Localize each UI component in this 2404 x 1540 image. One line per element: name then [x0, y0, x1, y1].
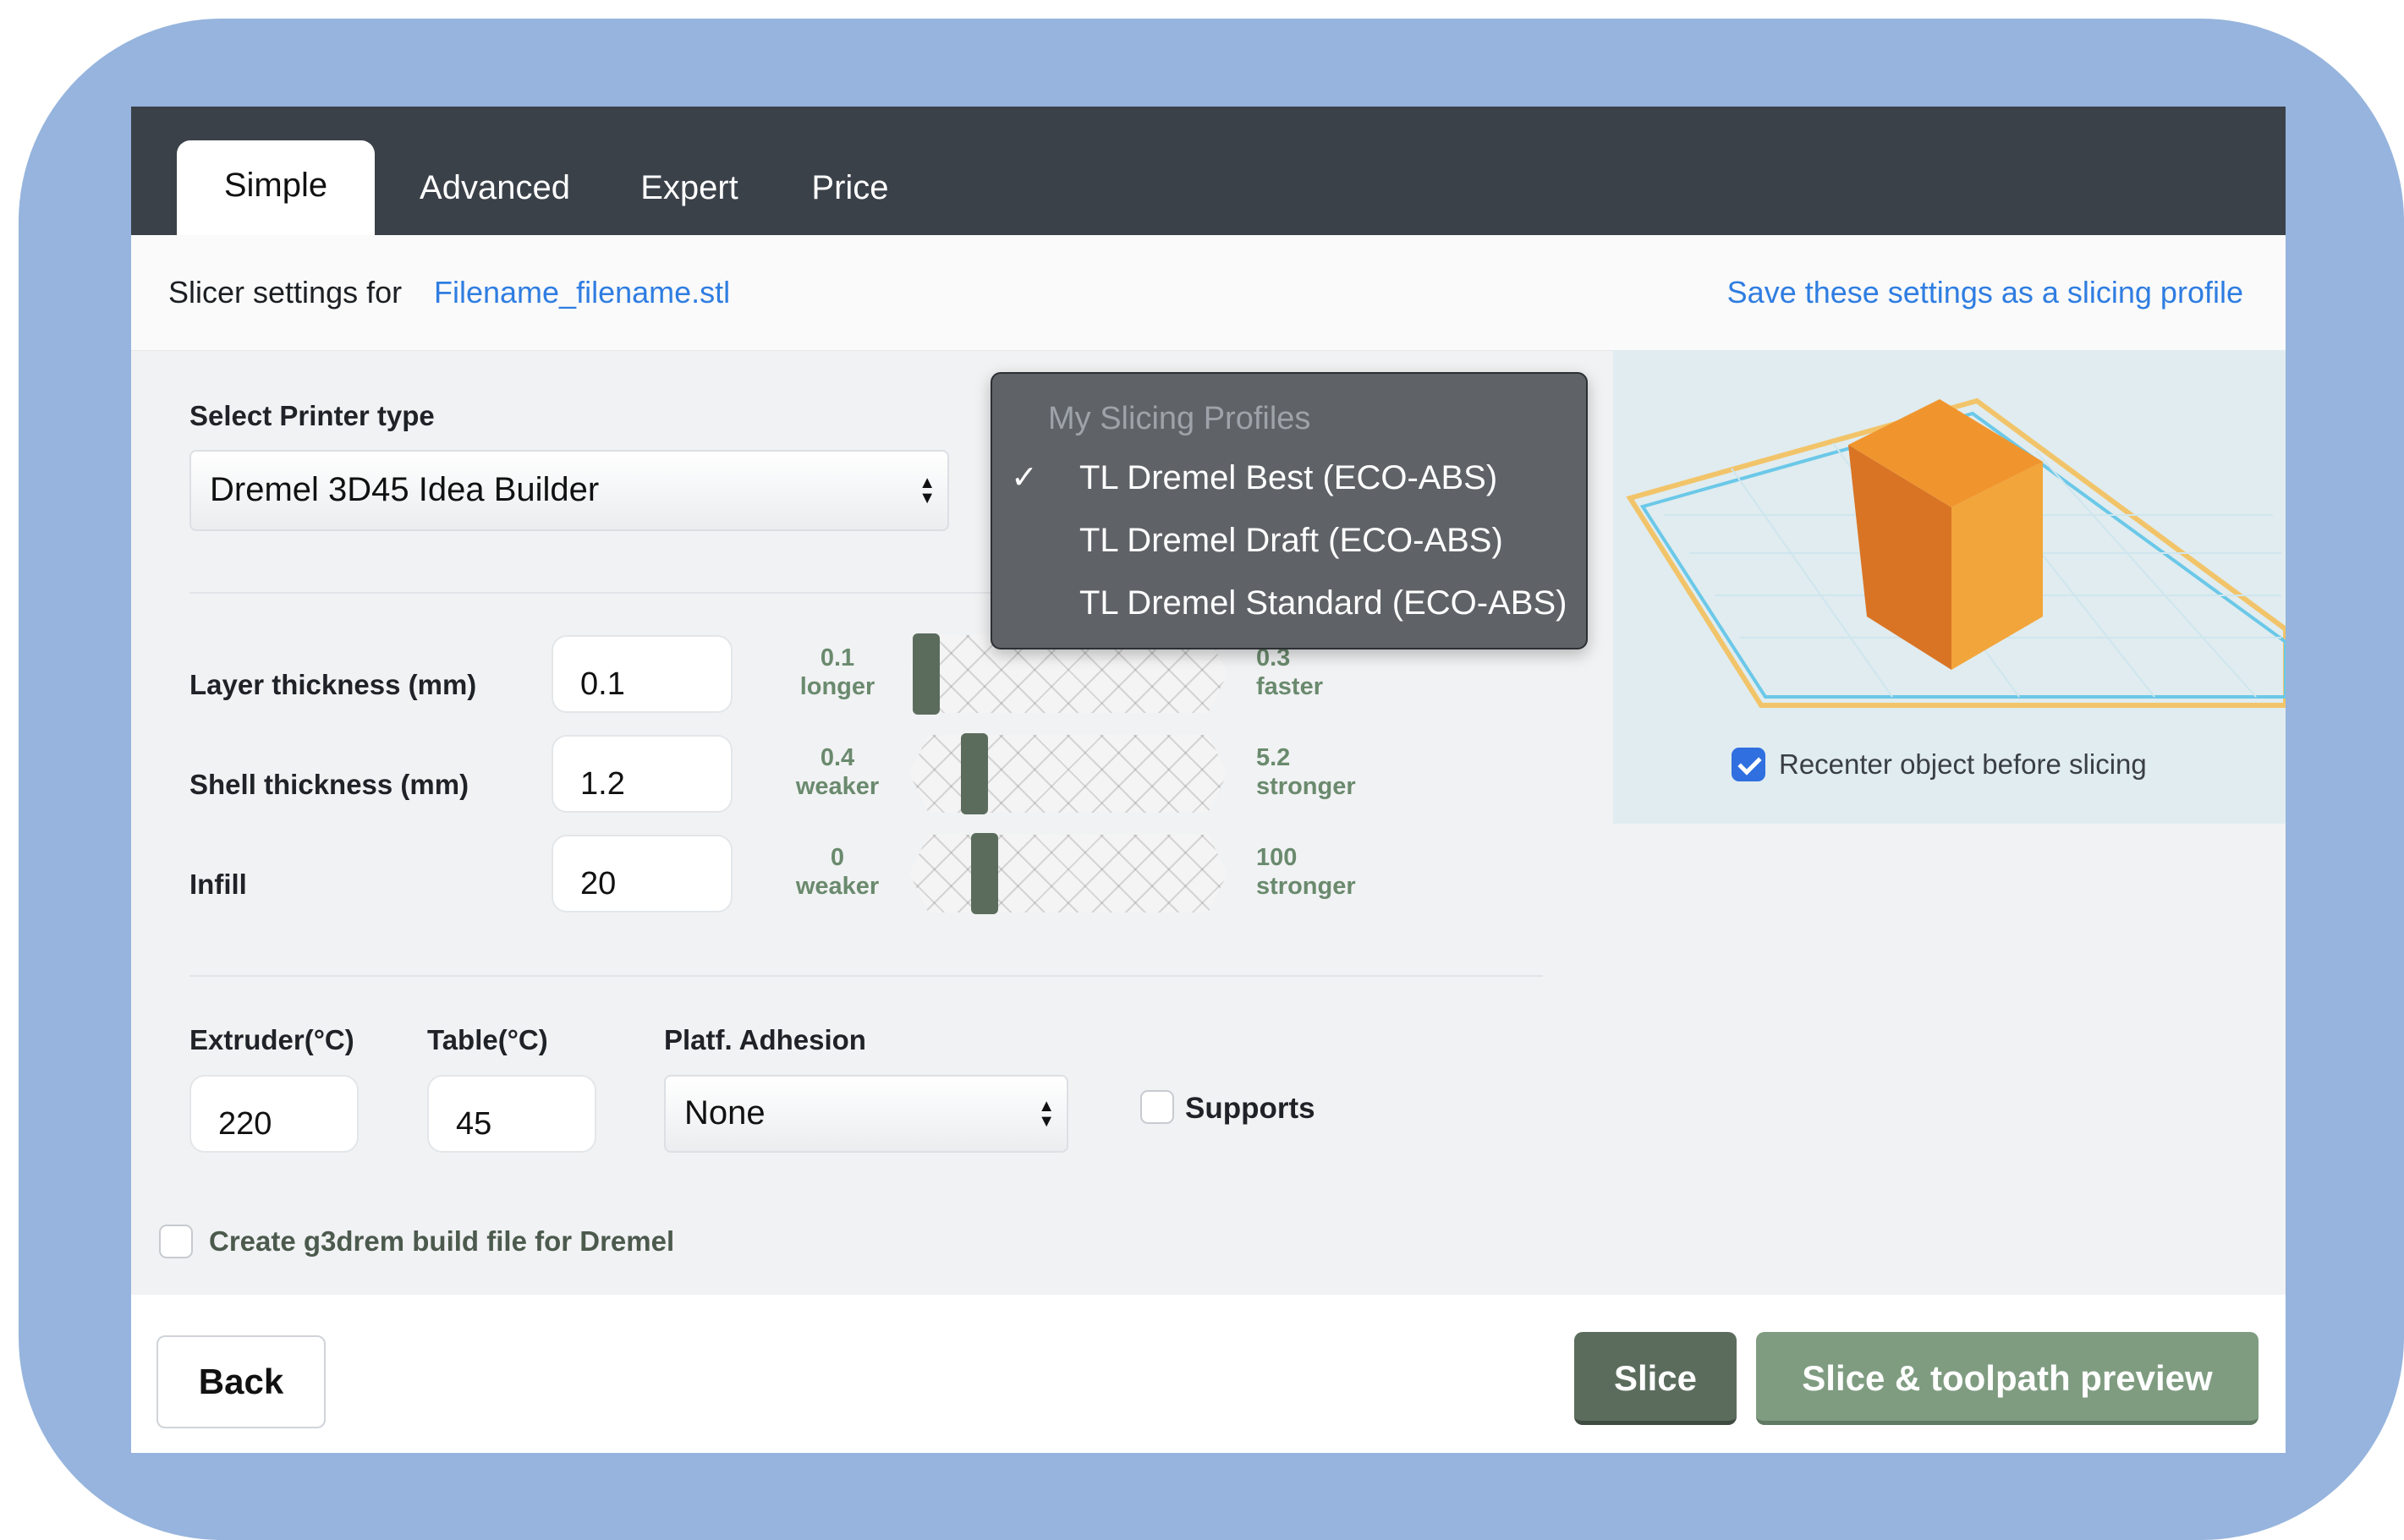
save-profile-link[interactable]: Save these settings as a slicing profile: [1727, 269, 2243, 316]
select-arrows-icon: ▲ ▼: [919, 474, 936, 507]
select-arrows-icon: ▲ ▼: [1038, 1097, 1055, 1131]
extruder-label: Extruder(°C): [189, 1024, 354, 1055]
scale-max: 100 stronger: [1256, 844, 1356, 900]
profiles-heading: My Slicing Profiles: [1048, 401, 1311, 436]
layer-thickness-slider-thumb[interactable]: [913, 633, 940, 715]
profile-option[interactable]: TL Dremel Best (ECO-ABS): [1079, 457, 1497, 499]
scale-max: 0.3 faster: [1256, 644, 1323, 700]
g3drem-checkbox[interactable]: [159, 1225, 193, 1258]
slice-button[interactable]: Slice: [1574, 1332, 1737, 1425]
profile-option[interactable]: TL Dremel Draft (ECO-ABS): [1079, 519, 1503, 562]
infill-slider-track[interactable]: [909, 835, 1227, 912]
settings-for-label: Slicer settings for: [168, 275, 403, 310]
adhesion-label: Platf. Adhesion: [664, 1024, 866, 1055]
adhesion-value: None: [684, 1094, 766, 1132]
scale-min: 0.4 weaker: [795, 744, 880, 800]
slicer-panel: Simple Advanced Expert Price Slicer sett…: [131, 107, 2286, 1453]
table-label: Table(°C): [427, 1024, 548, 1055]
tab-bar: Simple Advanced Expert Price: [131, 107, 2286, 235]
tab-expert[interactable]: Expert: [613, 140, 766, 235]
param-label: Infill: [189, 869, 247, 900]
settings-header: Slicer settings for Filename_filename.st…: [131, 235, 2286, 351]
param-label: Layer thickness (mm): [189, 669, 477, 700]
supports-label: Supports: [1185, 1092, 1315, 1125]
filename-link[interactable]: Filename_filename.stl: [434, 269, 730, 316]
divider: [189, 975, 1543, 977]
g3drem-label: Create g3drem build file for Dremel: [209, 1225, 675, 1257]
shell-thickness-input[interactable]: 1.2: [552, 735, 733, 813]
adhesion-select[interactable]: None ▲ ▼: [664, 1075, 1068, 1153]
recenter-checkbox[interactable]: [1732, 748, 1765, 781]
param-label: Shell thickness (mm): [189, 769, 469, 800]
slicing-profiles-menu[interactable]: My Slicing Profiles ✓ TL Dremel Best (EC…: [991, 372, 1588, 649]
layer-thickness-input[interactable]: 0.1: [552, 635, 733, 713]
scale-max: 5.2 stronger: [1256, 744, 1356, 800]
tab-price[interactable]: Price: [787, 140, 914, 235]
footer-bar: Back Slice Slice & toolpath preview: [131, 1295, 2286, 1453]
shell-thickness-slider-thumb[interactable]: [961, 733, 988, 814]
tab-advanced[interactable]: Advanced: [402, 140, 588, 235]
infill-slider-thumb[interactable]: [971, 833, 998, 914]
checkmark-icon: ✓: [1011, 460, 1038, 496]
printer-type-value: Dremel 3D45 Idea Builder: [210, 471, 600, 508]
extruder-temp-input[interactable]: 220: [189, 1075, 359, 1153]
infill-input[interactable]: 20: [552, 835, 733, 912]
back-button[interactable]: Back: [156, 1335, 326, 1428]
shell-thickness-slider-track[interactable]: [909, 735, 1227, 813]
printer-type-label: Select Printer type: [189, 400, 435, 431]
slice-preview-button[interactable]: Slice & toolpath preview: [1756, 1332, 2259, 1425]
tab-simple[interactable]: Simple: [177, 140, 375, 235]
supports-checkbox[interactable]: [1140, 1090, 1174, 1124]
profile-option[interactable]: TL Dremel Standard (ECO-ABS): [1079, 582, 1567, 624]
model-preview[interactable]: Recenter object before slicing: [1613, 350, 2286, 824]
printer-type-select[interactable]: Dremel 3D45 Idea Builder ▲ ▼: [189, 450, 949, 531]
scale-min: 0.1 longer: [799, 644, 875, 700]
table-temp-input[interactable]: 45: [427, 1075, 596, 1153]
scale-min: 0 weaker: [795, 844, 880, 900]
recenter-label: Recenter object before slicing: [1779, 748, 2147, 780]
